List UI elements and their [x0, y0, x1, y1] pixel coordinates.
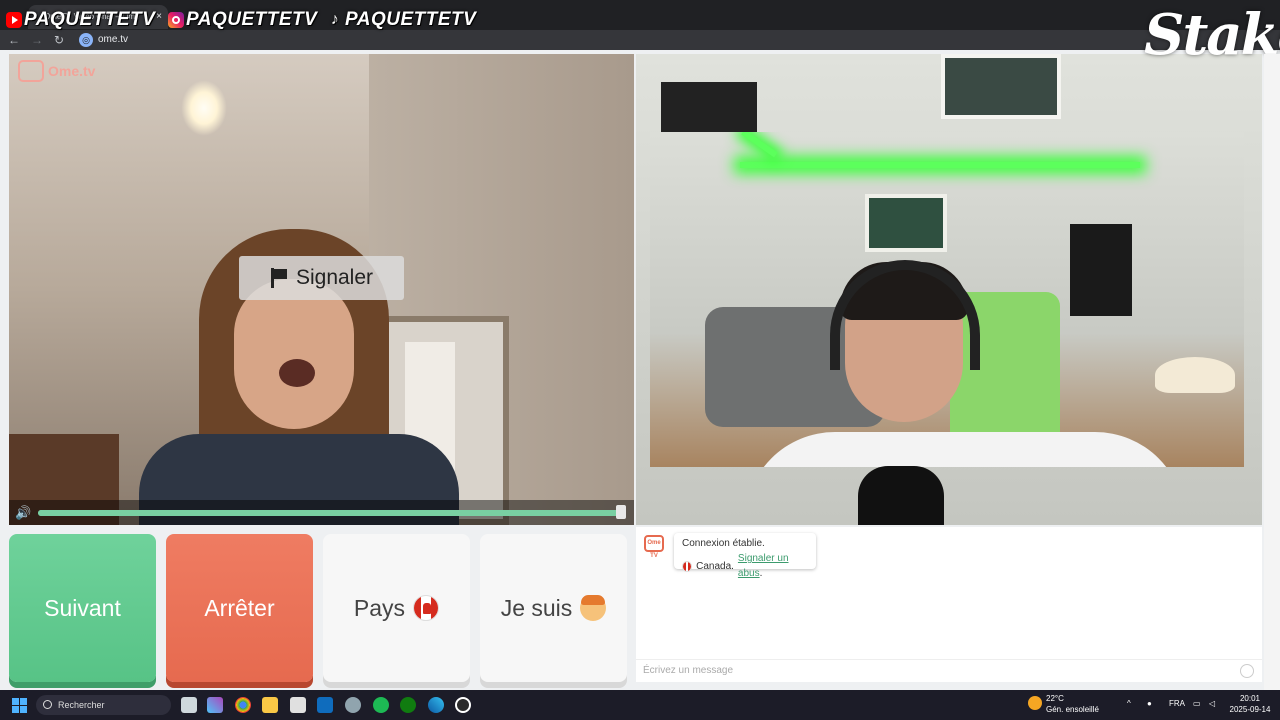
- chat-panel: Ome TV Connexion établie. Canada. Signal…: [636, 527, 1262, 682]
- language-indicator[interactable]: FRA: [1169, 699, 1185, 708]
- microphone-icon[interactable]: ●: [1147, 699, 1152, 708]
- url-field[interactable]: ome.tv: [98, 33, 128, 47]
- tiktok-overlay: ♪ PAQUETTETV: [327, 8, 476, 32]
- report-abuse-link[interactable]: Signaler un abus: [738, 553, 789, 579]
- country-label: Pays: [353, 594, 406, 621]
- next-label: Suivant: [44, 594, 121, 621]
- next-button[interactable]: Suivant: [9, 534, 156, 682]
- edge-icon[interactable]: [428, 697, 444, 713]
- tab-close-icon[interactable]: ×: [156, 5, 162, 29]
- settings-gear-icon[interactable]: [345, 697, 361, 713]
- volume-slider[interactable]: [38, 510, 624, 516]
- ometv-watermark: Ome.tv: [18, 60, 95, 82]
- taskbar-search[interactable]: Rechercher: [36, 695, 171, 715]
- ceiling-lamp: [149, 54, 259, 164]
- emoji-icon[interactable]: [1240, 664, 1254, 678]
- partner-country: Canada.: [696, 560, 734, 572]
- watermark-text: Ome.tv: [48, 63, 96, 79]
- search-icon: [43, 700, 52, 709]
- self-camera: [650, 132, 1244, 467]
- back-icon[interactable]: ←: [8, 32, 20, 48]
- forward-icon[interactable]: →: [31, 32, 43, 48]
- reload-icon[interactable]: ↻: [54, 32, 64, 48]
- xbox-icon[interactable]: [400, 697, 416, 713]
- sponsor-logo: Stake: [1144, 2, 1280, 68]
- canada-flag-icon: [682, 560, 693, 572]
- copilot-icon[interactable]: [207, 697, 223, 713]
- chrome-icon[interactable]: [235, 697, 251, 713]
- volume-thumb[interactable]: [616, 505, 626, 519]
- site-info-icon[interactable]: ◎: [79, 33, 93, 47]
- outlook-icon[interactable]: [317, 697, 333, 713]
- file-explorer-icon[interactable]: [262, 697, 278, 713]
- system-message: Connexion établie. Canada. Signaler un a…: [674, 533, 816, 579]
- gender-label: Je suis: [500, 594, 573, 621]
- speaker-icon[interactable]: 🔊: [15, 505, 31, 520]
- stop-label: Arrêter: [204, 594, 275, 621]
- volume-icon[interactable]: ◁: [1209, 699, 1215, 708]
- youtube-overlay: PAQUETTETV: [6, 8, 155, 32]
- volume-bar: 🔊: [9, 500, 634, 525]
- store-icon[interactable]: [290, 697, 306, 713]
- address-bar: ← → ↻ ◎ ome.tv: [0, 30, 1280, 50]
- country-button[interactable]: Pays: [323, 534, 470, 682]
- flag-icon: [270, 268, 288, 288]
- report-button[interactable]: Signaler: [239, 256, 404, 300]
- windows-start-icon[interactable]: [12, 698, 27, 713]
- weather-widget[interactable]: 22°C Gén. ensoleillé: [1046, 693, 1099, 715]
- gender-button[interactable]: Je suis: [480, 534, 627, 682]
- instagram-overlay: PAQUETTETV: [168, 8, 317, 32]
- message-placeholder: Écrivez un message: [643, 665, 734, 676]
- spotify-icon[interactable]: [373, 697, 389, 713]
- youtube-icon: [6, 12, 22, 28]
- canada-flag-icon: [413, 595, 440, 621]
- stop-button[interactable]: Arrêter: [166, 534, 313, 682]
- chevron-up-icon[interactable]: ^: [1127, 699, 1131, 708]
- report-label: Signaler: [295, 266, 374, 289]
- tv-logo-icon: [18, 60, 44, 82]
- microphone: [858, 466, 944, 525]
- taskbar-clock[interactable]: 20:01 2025-09-14: [1228, 693, 1272, 715]
- task-view-icon[interactable]: [181, 697, 197, 713]
- connection-status: Connexion établie.: [682, 538, 765, 549]
- weather-sun-icon: [1028, 696, 1042, 710]
- windows-taskbar: Rechercher 22°C Gén. ensoleillé ^ ● FRA …: [0, 690, 1280, 720]
- obs-icon[interactable]: [455, 697, 471, 713]
- message-input[interactable]: Écrivez un message: [636, 659, 1262, 682]
- boy-icon: [580, 595, 607, 621]
- page-scrollbar[interactable]: [1264, 54, 1280, 690]
- volume-fill: [38, 510, 624, 516]
- streamer-video: [636, 54, 1262, 525]
- network-icon[interactable]: ▭: [1193, 699, 1201, 708]
- instagram-icon: [168, 12, 184, 28]
- tiktok-icon: ♪: [330, 11, 340, 28]
- ometv-chat-logo: Ome TV: [644, 535, 664, 559]
